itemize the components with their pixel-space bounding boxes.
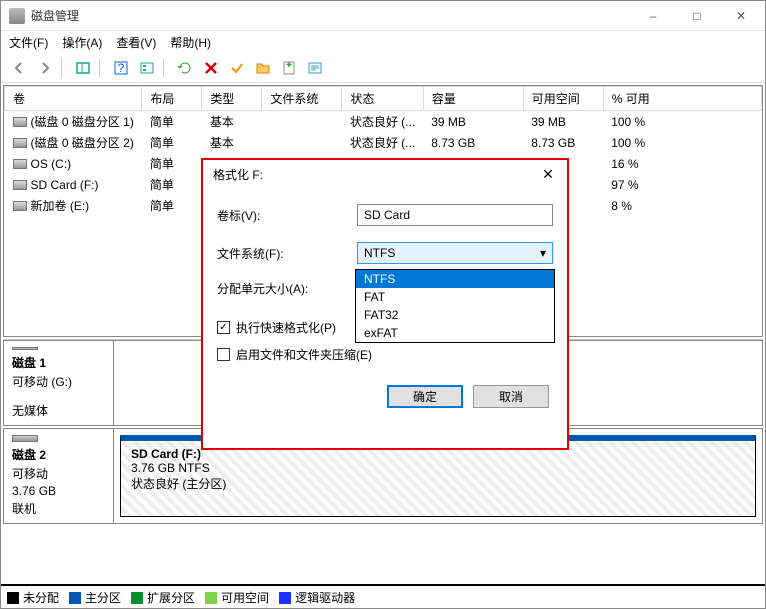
dropdown-option[interactable]: NTFS [356, 270, 554, 288]
separator [163, 58, 169, 78]
col-type[interactable]: 类型 [202, 87, 262, 111]
table-row[interactable]: (磁盘 0 磁盘分区 2)简单基本状态良好 (...8.73 GB8.73 GB… [5, 132, 762, 153]
legend-ext: 扩展分区 [131, 589, 195, 606]
col-fs[interactable]: 文件系统 [262, 87, 342, 111]
volume-icon [13, 201, 27, 211]
filesystem-dropdown[interactable]: NTFS FAT FAT32 exFAT [355, 269, 555, 343]
disk-sub: 可移动 [12, 465, 105, 482]
filesystem-value: NTFS [364, 246, 395, 260]
dialog-title: 格式化 F: [213, 166, 533, 183]
disk-sub: 可移动 (G:) [12, 373, 105, 390]
separator [99, 58, 105, 78]
col-status[interactable]: 状态 [342, 87, 423, 111]
dialog-titlebar: 格式化 F: ✕ [203, 160, 567, 188]
view-icon[interactable] [135, 56, 159, 80]
legend-logical: 逻辑驱动器 [279, 589, 355, 606]
volume-icon [13, 138, 27, 148]
close-button[interactable]: ✕ [719, 2, 763, 30]
menu-file[interactable]: 文件(F) [9, 34, 48, 51]
col-pct[interactable]: % 可用 [603, 87, 761, 111]
up-button[interactable] [71, 56, 95, 80]
check-icon[interactable] [225, 56, 249, 80]
app-icon [9, 8, 25, 24]
volume-icon [13, 159, 27, 169]
dropdown-option[interactable]: FAT32 [356, 306, 554, 324]
label-volume: 卷标(V): [217, 207, 357, 224]
legend-free: 可用空间 [205, 589, 269, 606]
disk-name: 磁盘 2 [12, 446, 105, 463]
col-capacity[interactable]: 容量 [423, 87, 523, 111]
volume-icon [13, 180, 27, 190]
table-row[interactable]: (磁盘 0 磁盘分区 1)简单基本状态良好 (...39 MB39 MB100 … [5, 111, 762, 133]
disk-sub: 3.76 GB [12, 484, 105, 498]
quick-format-checkbox[interactable]: ✓ [217, 321, 230, 334]
folder-icon[interactable] [251, 56, 275, 80]
cancel-button[interactable]: 取消 [473, 385, 549, 408]
dropdown-option[interactable]: exFAT [356, 324, 554, 342]
settings-icon[interactable] [303, 56, 327, 80]
disk-sub: 无媒体 [12, 402, 105, 419]
menubar: 文件(F) 操作(A) 查看(V) 帮助(H) [1, 31, 765, 53]
volume-icon [13, 117, 27, 127]
disk-info[interactable]: 磁盘 1 可移动 (G:) 无媒体 [4, 341, 114, 425]
help-icon[interactable]: ? [109, 56, 133, 80]
titlebar: 磁盘管理 – □ ✕ [1, 1, 765, 31]
disk-sub: 联机 [12, 500, 105, 517]
partition-size: 3.76 GB NTFS [131, 461, 210, 475]
dialog-close-button[interactable]: ✕ [533, 162, 563, 186]
col-layout[interactable]: 布局 [142, 87, 202, 111]
svg-text:?: ? [118, 61, 125, 75]
menu-action[interactable]: 操作(A) [62, 34, 102, 51]
legend-unalloc: 未分配 [7, 589, 59, 606]
legend: 未分配 主分区 扩展分区 可用空间 逻辑驱动器 [1, 584, 765, 608]
forward-button[interactable] [33, 56, 57, 80]
toolbar: ? [1, 53, 765, 83]
quick-format-label: 执行快速格式化(P) [236, 319, 336, 336]
volume-label-input[interactable] [357, 204, 553, 226]
disk-name: 磁盘 1 [12, 354, 105, 371]
label-alloc: 分配单元大小(A): [217, 280, 357, 297]
back-button[interactable] [7, 56, 31, 80]
col-volume[interactable]: 卷 [5, 87, 142, 111]
separator [61, 58, 67, 78]
menu-view[interactable]: 查看(V) [116, 34, 156, 51]
dropdown-option[interactable]: FAT [356, 288, 554, 306]
disk-icon [12, 435, 38, 442]
disk-icon [12, 347, 38, 350]
refresh-icon[interactable] [173, 56, 197, 80]
menu-help[interactable]: 帮助(H) [170, 34, 211, 51]
maximize-button[interactable]: □ [675, 2, 719, 30]
compress-checkbox[interactable] [217, 348, 230, 361]
partition-status: 状态良好 (主分区) [131, 477, 226, 491]
col-free[interactable]: 可用空间 [523, 87, 603, 111]
label-filesystem: 文件系统(F): [217, 245, 357, 262]
new-icon[interactable] [277, 56, 301, 80]
chevron-down-icon: ▾ [540, 246, 546, 260]
disk-info[interactable]: 磁盘 2 可移动 3.76 GB 联机 [4, 429, 114, 523]
delete-icon[interactable] [199, 56, 223, 80]
ok-button[interactable]: 确定 [387, 385, 463, 408]
legend-primary: 主分区 [69, 589, 121, 606]
window-title: 磁盘管理 [31, 7, 631, 24]
compress-label: 启用文件和文件夹压缩(E) [236, 346, 372, 363]
minimize-button[interactable]: – [631, 2, 675, 30]
filesystem-select[interactable]: NTFS ▾ [357, 242, 553, 264]
